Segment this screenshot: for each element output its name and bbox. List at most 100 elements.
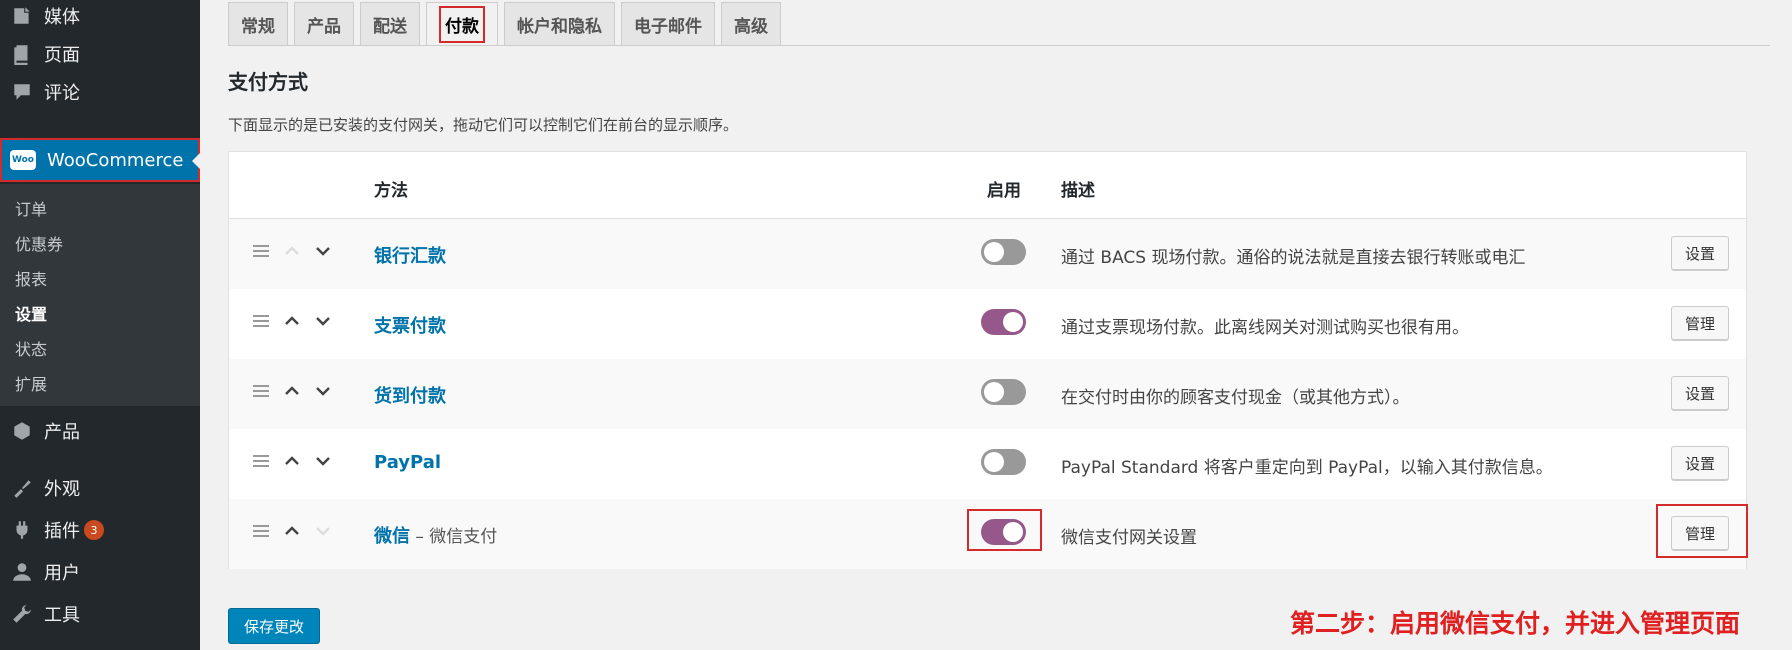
toggle-knob bbox=[1003, 312, 1023, 332]
manage-button[interactable]: 管理 bbox=[1671, 516, 1729, 550]
section-description: 下面显示的是已安装的支付网关，拖动它们可以控制它们在前台的显示顺序。 bbox=[228, 116, 739, 134]
column-header-method: 方法 bbox=[374, 181, 408, 201]
method-name: PayPal bbox=[374, 452, 442, 473]
submenu-item-status[interactable]: 状态 bbox=[15, 336, 47, 360]
move-up-icon[interactable] bbox=[282, 381, 302, 401]
setup-button[interactable]: 设置 bbox=[1671, 376, 1729, 410]
woocommerce-submenu: 订单 优惠券 报表 设置 状态 扩展 bbox=[0, 184, 200, 406]
table-row: PayPal PayPal Standard 将客户重定向到 PayPal，以输… bbox=[229, 429, 1746, 499]
column-header-description: 描述 bbox=[1061, 181, 1095, 201]
sidebar-item-label: 插件 bbox=[44, 521, 80, 542]
submenu-item-orders[interactable]: 订单 bbox=[15, 196, 47, 220]
sidebar-item-label: 工具 bbox=[44, 605, 80, 626]
method-link-wechat[interactable]: 微信 – 微信支付 bbox=[374, 522, 497, 548]
table-row: 银行汇款 通过 BACS 现场付款。通俗的说法就是直接去银行转账或电汇 设置 bbox=[229, 219, 1746, 289]
tabs-divider bbox=[228, 45, 1770, 46]
media-icon bbox=[0, 5, 44, 27]
sidebar-item-label: 评论 bbox=[44, 83, 80, 104]
manage-button[interactable]: 管理 bbox=[1671, 306, 1729, 340]
method-description: 微信支付网关设置 bbox=[1061, 528, 1197, 548]
current-menu-arrow bbox=[192, 153, 200, 169]
sidebar-item-label: 产品 bbox=[44, 422, 80, 443]
enable-toggle[interactable] bbox=[981, 309, 1026, 335]
drag-handle-icon[interactable] bbox=[253, 245, 269, 257]
method-description: 通过 BACS 现场付款。通俗的说法就是直接去银行转账或电汇 bbox=[1061, 248, 1526, 268]
tools-icon bbox=[0, 603, 44, 625]
sidebar-item-plugins[interactable]: 插件 3 bbox=[0, 510, 200, 550]
enable-toggle[interactable] bbox=[981, 449, 1026, 475]
enable-toggle[interactable] bbox=[981, 379, 1026, 405]
toggle-knob bbox=[984, 452, 1004, 472]
method-name: 微信 bbox=[374, 526, 410, 547]
drag-handle-icon[interactable] bbox=[253, 315, 269, 327]
method-link-bacs[interactable]: 银行汇款 bbox=[374, 242, 446, 268]
users-icon bbox=[0, 561, 44, 583]
tab-label: 付款 bbox=[439, 5, 485, 43]
enable-toggle[interactable] bbox=[981, 519, 1026, 545]
instruction-annotation: 第二步：启用微信支付，并进入管理页面 bbox=[1290, 609, 1741, 638]
submenu-item-reports[interactable]: 报表 bbox=[15, 266, 47, 290]
sidebar-item-tools[interactable]: 工具 bbox=[0, 594, 200, 634]
sidebar-item-label: 页面 bbox=[44, 45, 80, 66]
drag-handle-icon[interactable] bbox=[253, 455, 269, 467]
tab-shipping[interactable]: 配送 bbox=[360, 2, 420, 46]
sidebar-item-media[interactable]: 媒体 bbox=[0, 0, 200, 36]
sidebar-item-woocommerce[interactable]: Woo WooCommerce bbox=[0, 138, 200, 182]
move-down-icon[interactable] bbox=[313, 451, 333, 471]
method-name: 货到付款 bbox=[374, 386, 446, 407]
sidebar-item-label: 外观 bbox=[44, 479, 80, 500]
tab-payments[interactable]: 付款 bbox=[426, 2, 498, 46]
sidebar-item-pages[interactable]: 页面 bbox=[0, 34, 200, 74]
sidebar-item-appearance[interactable]: 外观 bbox=[0, 468, 200, 508]
table-row: 微信 – 微信支付 微信支付网关设置 管理 bbox=[229, 499, 1748, 569]
move-up-icon[interactable] bbox=[282, 451, 302, 471]
move-up-icon[interactable] bbox=[282, 311, 302, 331]
move-up-icon[interactable] bbox=[282, 521, 302, 541]
products-icon bbox=[0, 420, 44, 442]
method-link-cheque[interactable]: 支票付款 bbox=[374, 312, 446, 338]
submenu-item-extensions[interactable]: 扩展 bbox=[15, 371, 47, 395]
drag-handle-icon[interactable] bbox=[253, 525, 269, 537]
table-row: 货到付款 在交付时由你的顾客支付现金（或其他方式）。 设置 bbox=[229, 359, 1746, 429]
woocommerce-logo-icon: Woo bbox=[10, 150, 36, 170]
main-content: 常规 产品 配送 付款 帐户和隐私 电子邮件 高级 支付方式 下面显示的是已安装… bbox=[200, 0, 1792, 650]
method-description: PayPal Standard 将客户重定向到 PayPal，以输入其付款信息。 bbox=[1061, 458, 1553, 478]
sidebar-item-products[interactable]: 产品 bbox=[0, 411, 200, 451]
method-name: 支票付款 bbox=[374, 316, 446, 337]
tab-label: 帐户和隐私 bbox=[517, 16, 602, 37]
method-link-paypal[interactable]: PayPal bbox=[374, 452, 441, 473]
method-name: 银行汇款 bbox=[374, 246, 446, 267]
submenu-item-coupons[interactable]: 优惠券 bbox=[15, 231, 63, 255]
page-title: 支付方式 bbox=[228, 70, 308, 94]
move-down-icon[interactable] bbox=[313, 311, 333, 331]
drag-handle-icon[interactable] bbox=[253, 385, 269, 397]
move-up-icon[interactable] bbox=[282, 241, 302, 261]
toggle-knob bbox=[1003, 522, 1023, 542]
save-changes-button[interactable]: 保存更改 bbox=[228, 608, 320, 644]
move-down-icon[interactable] bbox=[313, 381, 333, 401]
tab-products[interactable]: 产品 bbox=[294, 2, 354, 46]
plugins-icon bbox=[0, 519, 44, 541]
comments-icon bbox=[0, 81, 44, 103]
toggle-knob bbox=[984, 242, 1004, 262]
tab-general[interactable]: 常规 bbox=[228, 2, 288, 46]
update-count-badge: 3 bbox=[84, 520, 104, 540]
tab-advanced[interactable]: 高级 bbox=[721, 2, 781, 46]
method-link-cod[interactable]: 货到付款 bbox=[374, 382, 446, 408]
enable-toggle[interactable] bbox=[981, 239, 1026, 265]
tab-accounts-privacy[interactable]: 帐户和隐私 bbox=[504, 2, 615, 46]
table-row: 支票付款 通过支票现场付款。此离线网关对测试购买也很有用。 管理 bbox=[229, 289, 1746, 359]
appearance-icon bbox=[0, 477, 44, 499]
move-down-icon[interactable] bbox=[313, 521, 333, 541]
move-down-icon[interactable] bbox=[313, 241, 333, 261]
sidebar-item-users[interactable]: 用户 bbox=[0, 552, 200, 592]
setup-button[interactable]: 设置 bbox=[1671, 446, 1729, 480]
payment-methods-table: 方法 启用 描述 银行汇款 通过 BACS 现场付款。通俗的说法就是直接去银行转… bbox=[228, 151, 1748, 569]
sidebar-item-label: 用户 bbox=[44, 563, 80, 584]
sidebar-item-label: WooCommerce bbox=[47, 149, 184, 171]
submenu-item-settings[interactable]: 设置 bbox=[15, 301, 47, 325]
tab-emails[interactable]: 电子邮件 bbox=[621, 2, 715, 46]
toggle-knob bbox=[984, 382, 1004, 402]
sidebar-item-comments[interactable]: 评论 bbox=[0, 72, 200, 112]
setup-button[interactable]: 设置 bbox=[1671, 236, 1729, 270]
